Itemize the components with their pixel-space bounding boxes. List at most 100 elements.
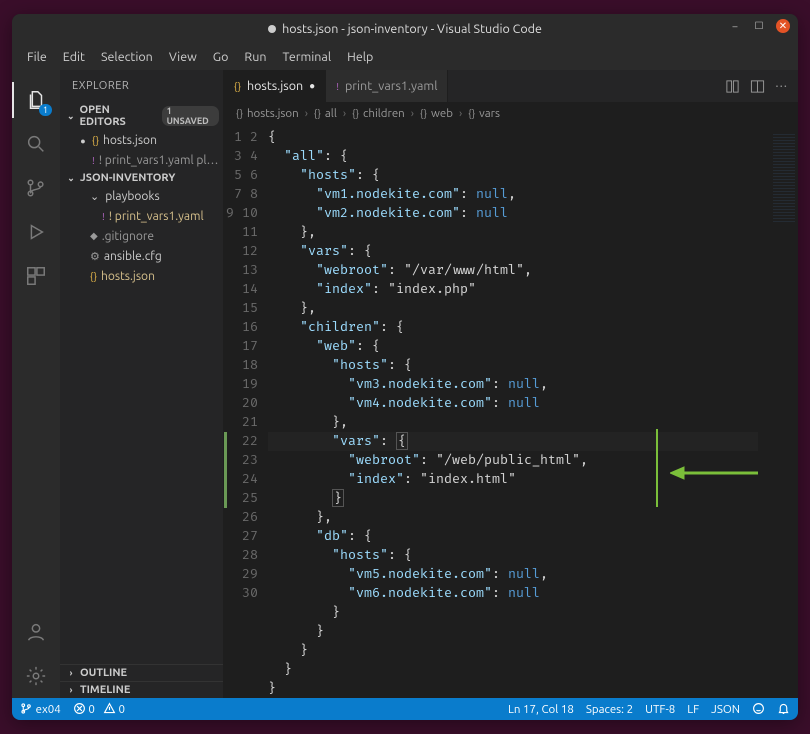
- activity-explorer[interactable]: 1: [12, 78, 60, 122]
- activity-settings[interactable]: [12, 654, 60, 698]
- open-editor-label: ! print_vars1.yaml pl…: [99, 154, 219, 167]
- modified-gutter-bar: [224, 432, 227, 508]
- maximize-button[interactable]: ☐: [752, 19, 766, 33]
- breadcrumb-item[interactable]: all: [325, 107, 337, 120]
- menu-edit[interactable]: Edit: [56, 48, 92, 66]
- file-label: ansible.cfg: [104, 250, 162, 263]
- warning-icon: [103, 702, 116, 715]
- open-editors-badge: 1 UNSAVED: [162, 106, 219, 126]
- menu-file[interactable]: File: [20, 48, 54, 66]
- outline-header[interactable]: › OUTLINE: [60, 664, 223, 681]
- open-editor-label: hosts.json: [103, 134, 157, 147]
- code-content[interactable]: { "all": { "hosts": { "vm1.nodekite.com"…: [268, 124, 758, 698]
- branch-icon: [20, 702, 33, 715]
- more-actions-icon[interactable]: ···: [775, 79, 788, 93]
- code-area[interactable]: 1 2 3 4 5 6 7 8 9 10 11 12 13 14 15 16 1…: [224, 124, 798, 698]
- file-item[interactable]: {} hosts.json: [60, 266, 223, 286]
- activity-search[interactable]: [12, 122, 60, 166]
- minimap[interactable]: [758, 124, 798, 698]
- menu-go[interactable]: Go: [206, 48, 236, 66]
- menu-view[interactable]: View: [162, 48, 204, 66]
- tab-hosts-json[interactable]: {} hosts.json ●: [224, 70, 326, 102]
- minimize-button[interactable]: –: [728, 19, 742, 33]
- vscode-window: hosts.json - json-inventory - Visual Stu…: [12, 14, 798, 720]
- open-editor-item[interactable]: ! ! print_vars1.yaml pl…: [60, 150, 223, 170]
- activity-bar: 1: [12, 70, 60, 698]
- workspace-label: JSON-INVENTORY: [80, 172, 175, 184]
- file-label: .gitignore: [102, 230, 154, 243]
- editor-tabs: {} hosts.json ● ! print_vars1.yaml ···: [224, 70, 798, 102]
- file-label: hosts.json: [101, 270, 155, 283]
- menu-selection[interactable]: Selection: [94, 48, 160, 66]
- activity-scm[interactable]: [12, 166, 60, 210]
- chevron-down-icon: [90, 190, 101, 203]
- annotation-bar: [656, 429, 658, 507]
- open-editors-label: OPEN EDITORS: [79, 104, 155, 128]
- menu-terminal[interactable]: Terminal: [275, 48, 338, 66]
- modified-dot-icon: [78, 134, 88, 147]
- workspace-header[interactable]: ⌄ JSON-INVENTORY: [60, 170, 223, 186]
- gear-icon: [25, 665, 47, 687]
- search-icon: [25, 133, 47, 155]
- timeline-label: TIMELINE: [80, 684, 130, 696]
- folder-label: playbooks: [105, 190, 159, 203]
- error-icon: [73, 702, 86, 715]
- play-bug-icon: [25, 221, 47, 243]
- window-controls: – ☐ ✕: [728, 19, 790, 33]
- timeline-header[interactable]: › TIMELINE: [60, 681, 223, 698]
- compare-icon[interactable]: [725, 79, 740, 94]
- file-item[interactable]: ⚙ ansible.cfg: [60, 246, 223, 266]
- yaml-icon: !: [92, 155, 95, 166]
- account-icon: [25, 621, 47, 643]
- json-icon: {}: [90, 271, 97, 282]
- activity-account[interactable]: [12, 610, 60, 654]
- file-item[interactable]: ◆ .gitignore: [60, 226, 223, 246]
- folder-item[interactable]: playbooks: [60, 186, 223, 206]
- tab-actions: ···: [715, 70, 798, 102]
- json-icon: {}: [236, 108, 243, 119]
- activity-debug[interactable]: [12, 210, 60, 254]
- tab-label: print_vars1.yaml: [345, 79, 438, 93]
- menu-help[interactable]: Help: [340, 48, 380, 66]
- branch-icon: [25, 177, 47, 199]
- open-editors-header[interactable]: ⌄ OPEN EDITORS 1 UNSAVED: [60, 102, 223, 130]
- file-item[interactable]: ! ! print_vars1.yaml: [60, 206, 223, 226]
- yaml-icon: !: [102, 211, 105, 222]
- title-bar: hosts.json - json-inventory - Visual Stu…: [12, 14, 798, 44]
- breadcrumb-item[interactable]: vars: [479, 107, 500, 120]
- tab-label: hosts.json: [247, 79, 303, 93]
- explorer-badge: 1: [39, 104, 52, 116]
- open-editor-item[interactable]: {} hosts.json: [60, 130, 223, 150]
- object-icon: {}: [468, 108, 475, 119]
- explorer-sidebar: EXPLORER ⌄ OPEN EDITORS 1 UNSAVED {} hos…: [60, 70, 224, 698]
- breadcrumb-item[interactable]: web: [431, 107, 453, 120]
- status-branch[interactable]: ex04: [20, 702, 61, 716]
- file-label: ! print_vars1.yaml: [109, 210, 204, 223]
- object-icon: {}: [352, 108, 359, 119]
- explorer-title: EXPLORER: [60, 70, 223, 102]
- editor-area: {} hosts.json ● ! print_vars1.yaml ··· {…: [224, 70, 798, 698]
- breadcrumbs[interactable]: {} hosts.json › {} all › {} children › {…: [224, 102, 798, 124]
- window-title: hosts.json - json-inventory - Visual Stu…: [282, 22, 542, 36]
- object-icon: {}: [314, 108, 321, 119]
- breadcrumb-item[interactable]: hosts.json: [247, 107, 299, 120]
- status-problems[interactable]: 0 0: [73, 702, 125, 716]
- dirty-dot-icon: ●: [309, 80, 315, 92]
- status-notifications[interactable]: [777, 702, 790, 716]
- modified-dot-icon: [268, 25, 276, 33]
- json-icon: {}: [92, 135, 99, 146]
- bell-icon: [777, 702, 790, 715]
- tab-print-vars[interactable]: ! print_vars1.yaml: [326, 70, 448, 102]
- extensions-icon: [25, 265, 47, 287]
- gear-icon: ⚙: [90, 250, 100, 263]
- json-icon: {}: [234, 81, 241, 92]
- activity-extensions[interactable]: [12, 254, 60, 298]
- breadcrumb-item[interactable]: children: [363, 107, 405, 120]
- close-button[interactable]: ✕: [776, 19, 790, 33]
- file-icon: ◆: [90, 230, 98, 242]
- menu-bar: File Edit Selection View Go Run Terminal…: [12, 44, 798, 70]
- line-number-gutter: 1 2 3 4 5 6 7 8 9 10 11 12 13 14 15 16 1…: [224, 124, 268, 698]
- split-editor-icon[interactable]: [750, 79, 765, 94]
- menu-run[interactable]: Run: [237, 48, 273, 66]
- outline-label: OUTLINE: [80, 667, 127, 679]
